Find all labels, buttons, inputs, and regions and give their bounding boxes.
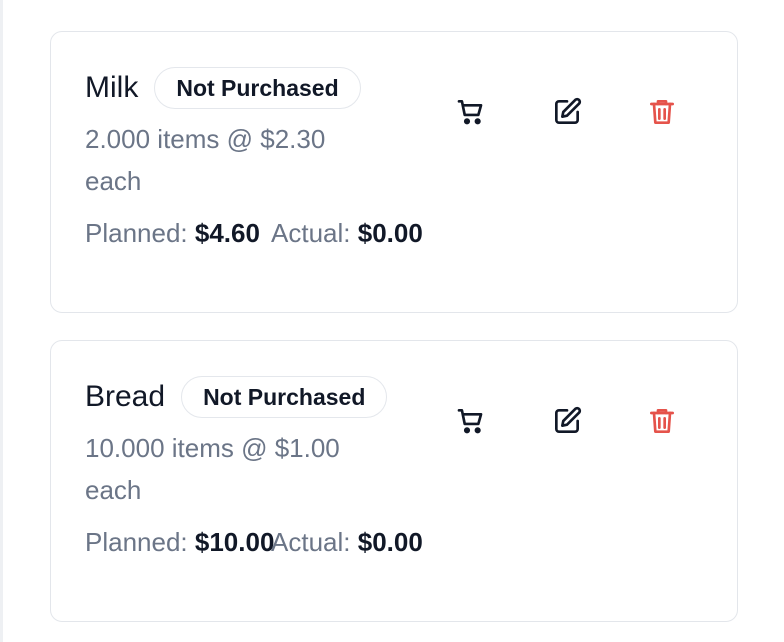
status-badge: Not Purchased [181,376,388,418]
cart-icon [457,409,483,434]
actual-value: $0.00 [357,527,423,557]
actual-total: Actual: $0.00 [271,218,423,249]
status-badge: Not Purchased [154,67,361,109]
shopping-item-card: Milk Not Purchased 2.000 items @ $2.30 e… [50,31,738,313]
edit-button[interactable] [549,403,585,439]
page-left-border [0,0,3,642]
delete-button[interactable] [644,94,680,130]
actual-total: Actual: $0.00 [271,527,423,558]
cart-icon [457,100,483,125]
planned-value: $10.00 [194,527,275,557]
mark-purchased-button[interactable] [453,403,489,439]
planned-label: Planned: [85,527,188,557]
planned-label: Planned: [85,218,188,248]
edit-icon [555,97,582,124]
actual-label: Actual: [271,527,351,557]
planned-total: Planned: $10.00 [85,527,274,558]
delete-button[interactable] [644,403,680,439]
item-title-row: Bread Not Purchased [85,375,388,419]
planned-total: Planned: $4.60 [85,218,260,249]
edit-icon [555,406,582,433]
edit-button[interactable] [549,94,585,130]
planned-value: $4.60 [194,218,260,248]
trash-icon [650,409,674,433]
item-quantity: 10.000 items @ $1.00 each [85,433,340,505]
item-name: Bread [85,380,166,413]
item-quantity: 2.000 items @ $2.30 each [85,124,326,196]
mark-purchased-button[interactable] [453,94,489,130]
item-name: Milk [85,71,139,104]
actual-label: Actual: [271,218,351,248]
trash-icon [650,100,674,124]
item-title-row: Milk Not Purchased [85,66,361,110]
shopping-item-card: Bread Not Purchased 10.000 items @ $1.00… [50,340,738,622]
actual-value: $0.00 [357,218,423,248]
